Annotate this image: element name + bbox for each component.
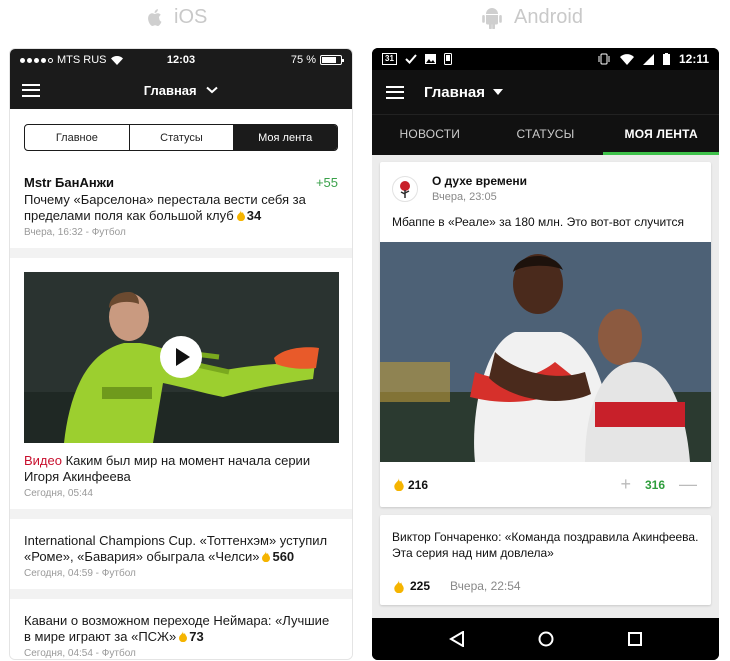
ios-phone-screen: MTS RUS 12:03 75 % Главная Главное Стату… — [9, 48, 353, 660]
video-thumbnail[interactable] — [24, 272, 339, 443]
battery-indicator: 75 % — [290, 54, 344, 66]
calendar-icon: 31 — [382, 53, 397, 65]
phone-icon — [443, 53, 452, 65]
android-feed: О духе времени Вчера, 23:05 Мбаппе в «Ре… — [372, 155, 719, 618]
blog-name[interactable]: О духе времени — [432, 174, 527, 188]
android-phone-screen: 31 12:11 Главная НОВОСТИ СТАТУСЫ МОЯ ЛЕН… — [372, 48, 719, 660]
battery-icon — [662, 53, 670, 65]
feed-item[interactable]: Кавани о возможном переходе Неймара: «Лу… — [10, 599, 352, 659]
post-author[interactable]: Mstr БанАнжи — [24, 175, 114, 190]
dropdown-arrow-icon — [493, 89, 504, 95]
fire-count: 73 — [189, 629, 204, 644]
post-title[interactable]: Кавани о возможном переходе Неймара: «Лу… — [24, 613, 338, 645]
blog-post-card[interactable]: О духе времени Вчера, 23:05 Мбаппе в «Ре… — [380, 162, 711, 507]
downvote-button[interactable]: — — [679, 474, 697, 495]
post-title[interactable]: International Champions Cup. «Тоттенхэм»… — [24, 533, 338, 565]
fire-count: 216 — [408, 477, 429, 492]
fire-icon — [236, 210, 245, 221]
post-meta: Сегодня, 04:54 - Футбол — [24, 648, 136, 659]
post-score: +55 — [315, 175, 338, 190]
fire-count: 560 — [272, 549, 295, 564]
news-footer: 225 Вчера, 22:54 — [380, 571, 711, 605]
android-app-bar: Главная — [372, 70, 719, 114]
nav-title-text: Главная — [143, 82, 197, 98]
feed-item[interactable]: International Champions Cup. «Тоттенхэм»… — [10, 519, 352, 589]
android-clock: 12:11 — [678, 52, 709, 66]
android-label-text: Android — [514, 6, 583, 28]
android-status-bar: 31 12:11 — [372, 48, 719, 70]
post-title-text: Кавани о возможном переходе Неймара: «Лу… — [24, 613, 330, 644]
rose-icon — [400, 180, 410, 198]
tab-news[interactable]: НОВОСТИ — [372, 115, 488, 155]
segment-statuses[interactable]: Статусы — [128, 125, 234, 150]
post-date: Вчера, 23:05 — [432, 191, 497, 203]
post-meta: Сегодня, 04:59 - Футбол — [24, 568, 136, 579]
app-bar-title[interactable]: Главная — [424, 83, 504, 101]
apple-icon — [148, 9, 162, 26]
video-tag: Видео — [24, 453, 62, 468]
hamburger-icon[interactable] — [22, 83, 40, 97]
upvote-button[interactable]: + — [620, 474, 631, 495]
post-meta: Вчера, 16:32 - Футбол — [24, 227, 126, 238]
android-tabs: НОВОСТИ СТАТУСЫ МОЯ ЛЕНТА — [372, 114, 719, 155]
blog-avatar[interactable] — [392, 175, 418, 202]
ios-status-bar: MTS RUS 12:03 75 % — [10, 49, 352, 71]
battery-icon — [320, 55, 344, 65]
vote-score: 316 — [644, 477, 665, 492]
android-nav-bar — [372, 618, 719, 660]
post-footer: 216 + 316 — — [380, 462, 711, 507]
hamburger-icon[interactable] — [386, 85, 404, 99]
news-card[interactable]: Виктор Гончаренко: «Команда поздравила А… — [380, 515, 711, 605]
video-title[interactable]: Видео Каким был мир на момент начала сер… — [24, 453, 338, 485]
android-icon — [482, 7, 502, 29]
tab-my-feed[interactable]: МОЯ ЛЕНТА — [603, 115, 719, 155]
segmented-control: Главное Статусы Моя лента — [24, 124, 338, 151]
carrier-name: MTS RUS — [57, 54, 107, 66]
check-icon — [405, 54, 417, 64]
wifi-icon — [110, 55, 123, 65]
segment-my-feed[interactable]: Моя лента — [233, 125, 337, 150]
news-date: Вчера, 22:54 — [450, 579, 521, 593]
fire-count: 34 — [246, 208, 262, 223]
mbappe-photo — [380, 242, 711, 462]
post-title-text: Почему «Барселона» перестала вести себя … — [24, 192, 306, 223]
ios-nav-bar: Главная — [10, 71, 352, 109]
signal-icon — [20, 57, 53, 63]
ios-feed: Mstr БанАнжи +55 Почему «Барселона» пере… — [10, 163, 352, 659]
feed-item-video[interactable]: Видео Каким был мир на момент начала сер… — [10, 258, 352, 509]
tab-statuses[interactable]: СТАТУСЫ — [488, 115, 604, 155]
chevron-down-icon — [206, 86, 218, 93]
home-icon[interactable] — [538, 631, 554, 647]
news-title[interactable]: Виктор Гончаренко: «Команда поздравила А… — [380, 515, 711, 571]
fire-icon[interactable] — [394, 579, 404, 593]
post-meta: Сегодня, 05:44 — [24, 488, 93, 499]
wifi-icon — [619, 53, 634, 65]
fire-icon[interactable] — [394, 478, 404, 491]
back-icon[interactable] — [448, 631, 465, 647]
segment-main[interactable]: Главное — [25, 125, 129, 150]
fire-icon — [262, 551, 271, 562]
image-icon — [424, 54, 436, 64]
post-title[interactable]: Мбаппе в «Реале» за 180 млн. Это вот-вот… — [380, 203, 711, 242]
ios-platform-label: iOS — [146, 6, 207, 29]
app-bar-title-text: Главная — [424, 83, 486, 101]
post-title[interactable]: Почему «Барселона» перестала вести себя … — [24, 192, 338, 224]
recents-icon[interactable] — [628, 632, 643, 646]
fire-count: 225 — [410, 579, 431, 593]
video-title-text: Каким был мир на момент начала серии Иго… — [24, 453, 311, 484]
android-platform-label: Android — [482, 6, 583, 29]
fire-icon — [179, 631, 188, 642]
ios-label-text: iOS — [174, 6, 208, 28]
play-icon[interactable] — [160, 336, 202, 378]
post-photo[interactable] — [380, 242, 711, 462]
signal-icon — [642, 53, 654, 65]
vibrate-icon — [598, 53, 610, 65]
battery-percent: 75 % — [290, 54, 316, 66]
feed-item[interactable]: Mstr БанАнжи +55 Почему «Барселона» пере… — [10, 163, 352, 248]
ios-nav-title[interactable]: Главная — [10, 83, 352, 98]
